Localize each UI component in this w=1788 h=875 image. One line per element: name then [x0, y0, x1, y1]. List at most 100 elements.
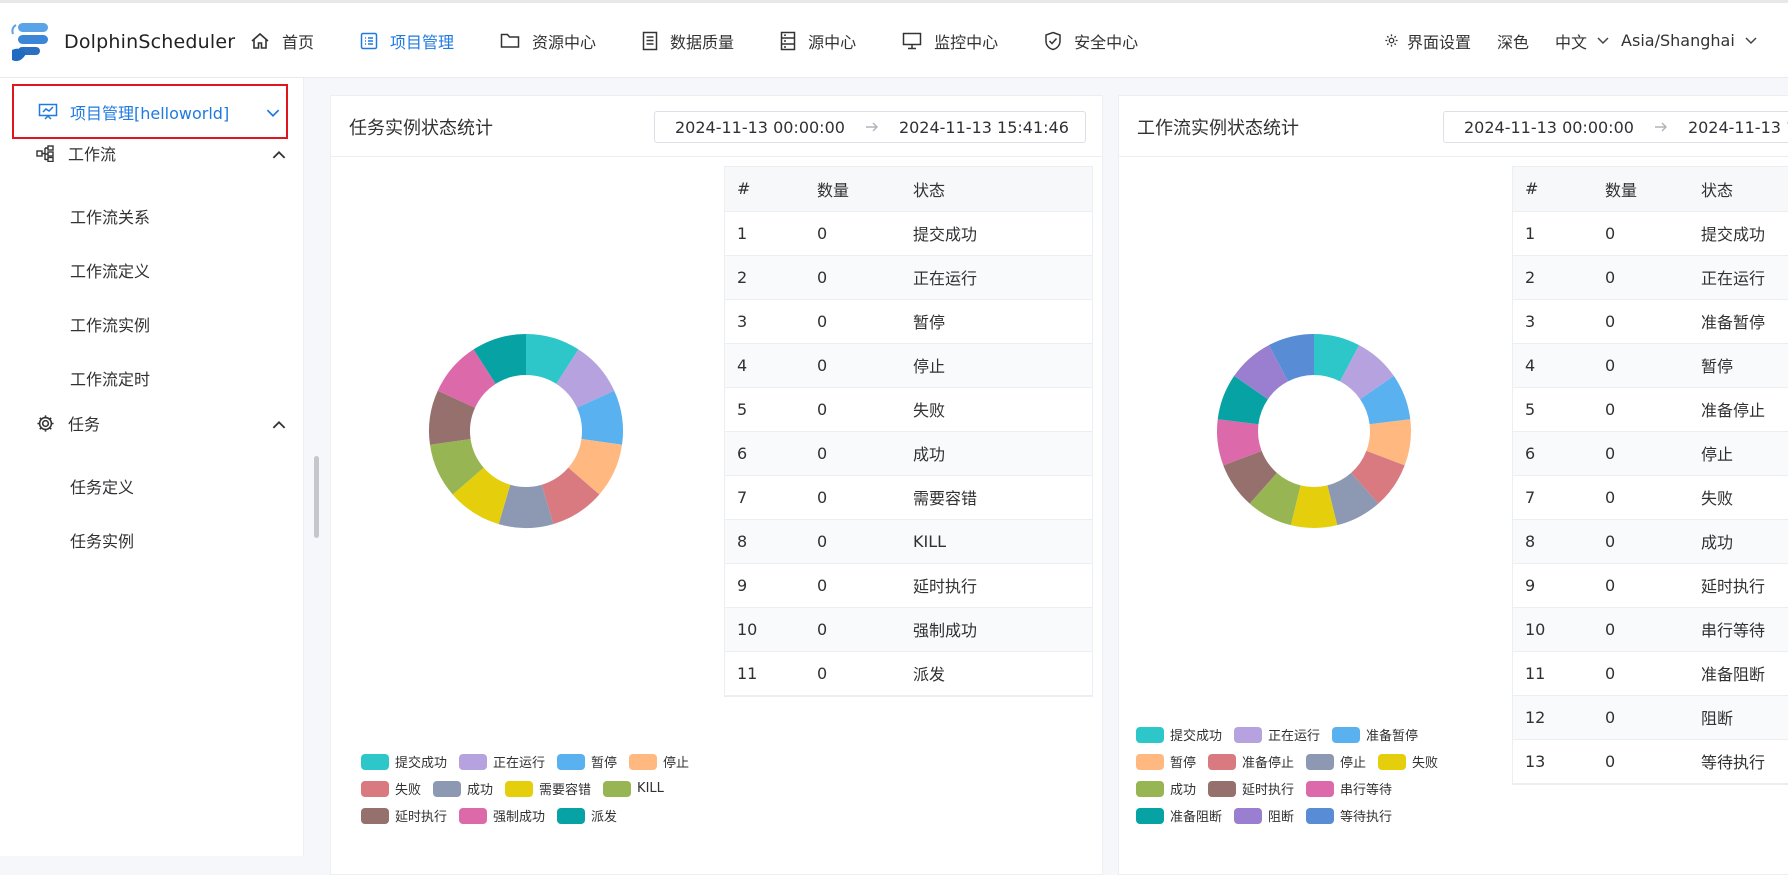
panel-title: 工作流实例状态统计: [1137, 118, 1299, 139]
table-row: 5 0 准备停止: [1513, 387, 1788, 432]
theme-label: 深色: [1497, 32, 1530, 52]
sidebar-group-workflow[interactable]: 工作流: [36, 138, 286, 168]
legend-item[interactable]: 延时执行: [1208, 775, 1294, 802]
table-row: 12 0 阻断: [1513, 695, 1788, 740]
table-row: 1 0 提交成功: [725, 211, 1092, 256]
date-range-picker[interactable]: 2024-11-13 00:00:00 2024-11-13 15:41:46: [1443, 111, 1788, 143]
legend-label: 强制成功: [493, 810, 546, 825]
nav-item-label: 监控中心: [934, 32, 999, 52]
legend-item[interactable]: 强制成功: [459, 802, 545, 829]
table-cell: 停止: [1689, 431, 1788, 476]
legend-item[interactable]: 准备停止: [1208, 748, 1294, 775]
app-logo[interactable]: DolphinScheduler: [10, 20, 235, 64]
task-status-donut-chart: [429, 334, 623, 528]
legend-item[interactable]: 提交成功: [361, 748, 447, 775]
legend-item[interactable]: 暂停: [1136, 748, 1196, 775]
legend-item[interactable]: KILL: [603, 775, 664, 802]
table-cell: 阻断: [1689, 695, 1788, 740]
workflow-chart-legend: 提交成功 正在运行 准备暂停暂停 准备停止 停止 失败成功 延时执行 串行等待准备阻断 阻断 等待…: [1136, 721, 1496, 829]
server-icon: [780, 31, 796, 51]
legend-item[interactable]: 阻断: [1234, 802, 1294, 829]
table-cell: 6: [725, 431, 805, 476]
legend-label: 准备暂停: [1366, 729, 1419, 744]
legend-label: 正在运行: [1268, 729, 1321, 744]
sidebar-scrollbar[interactable]: [314, 456, 319, 538]
nav-item-3[interactable]: 数据质量: [642, 29, 734, 53]
table-row: 7 0 失败: [1513, 475, 1788, 520]
legend-item[interactable]: 停止: [629, 748, 689, 775]
nav-item-label: 首页: [282, 32, 315, 52]
nav-item-label: 数据质量: [670, 32, 735, 52]
table-row: 2 0 正在运行: [1513, 255, 1788, 300]
project-list-icon: [360, 32, 378, 50]
table-cell: 3: [1513, 299, 1593, 344]
legend-item[interactable]: 成功: [1136, 775, 1196, 802]
legend-swatch: [1306, 780, 1335, 797]
panel-title: 任务实例状态统计: [349, 118, 493, 139]
legend-swatch: [1208, 780, 1237, 797]
sidebar-item-workflow-timing[interactable]: 工作流定时: [70, 366, 150, 390]
legend-item[interactable]: 准备暂停: [1332, 721, 1418, 748]
table-header-row: # 数量 状态: [725, 167, 1092, 212]
legend-item[interactable]: 串行等待: [1306, 775, 1392, 802]
nav-item-6[interactable]: 安全中心: [1044, 29, 1138, 53]
sidebar-item-workflow-definition[interactable]: 工作流定义: [70, 258, 150, 282]
legend-label: KILL: [637, 781, 664, 796]
monitor-icon: [902, 32, 922, 50]
chevron-up-icon: [272, 144, 286, 163]
legend-item[interactable]: 失败: [1378, 748, 1438, 775]
table-cell: 0: [1593, 431, 1689, 476]
task-chart-legend: 提交成功 正在运行 暂停 停止失败 成功 需要容错 KILL 延时执行 强制成功 派发: [361, 748, 721, 829]
table-cell: 停止: [901, 343, 1092, 388]
sidebar-item-workflow-instance[interactable]: 工作流实例: [70, 312, 150, 336]
table-cell: 0: [1593, 343, 1689, 388]
nav-item-0[interactable]: 首页: [250, 29, 314, 53]
column-header: 数量: [805, 167, 901, 212]
table-cell: 5: [1513, 387, 1593, 432]
timezone-dropdown[interactable]: Asia/Shanghai: [1621, 31, 1757, 50]
language-dropdown[interactable]: 中文: [1555, 29, 1609, 53]
sidebar-group-label: 任务: [68, 415, 101, 434]
sidebar-item-task-instance[interactable]: 任务实例: [70, 528, 134, 552]
workflow-icon: [36, 144, 55, 162]
project-selector[interactable]: 项目管理[helloworld]: [12, 84, 288, 139]
sidebar-group-task[interactable]: 任务: [36, 408, 286, 438]
nav-item-5[interactable]: 监控中心: [902, 29, 998, 53]
legend-item[interactable]: 准备阻断: [1136, 802, 1222, 829]
nav-item-2[interactable]: 资源中心: [500, 29, 596, 53]
gear-icon: [1384, 33, 1399, 48]
chevron-down-icon: [266, 103, 280, 122]
chevron-up-icon: [272, 414, 286, 433]
table-cell: 0: [805, 387, 901, 432]
date-range-picker[interactable]: 2024-11-13 00:00:00 2024-11-13 15:41:46: [654, 111, 1086, 143]
table-cell: 0: [805, 343, 901, 388]
legend-label: 暂停: [1170, 756, 1197, 771]
legend-item[interactable]: 等待执行: [1306, 802, 1392, 829]
table-cell: 3: [725, 299, 805, 344]
sidebar-item-task-definition[interactable]: 任务定义: [70, 474, 134, 498]
nav-item-4[interactable]: 源中心: [780, 29, 856, 53]
theme-toggle[interactable]: 深色: [1497, 29, 1529, 53]
legend-item[interactable]: 暂停: [557, 748, 617, 775]
table-cell: 0: [1593, 211, 1689, 256]
table-cell: 10: [725, 607, 805, 652]
table-row: 11 0 准备阻断: [1513, 651, 1788, 696]
nav-item-1[interactable]: 项目管理: [360, 29, 454, 53]
legend-item[interactable]: 提交成功: [1136, 721, 1222, 748]
legend-item[interactable]: 正在运行: [459, 748, 545, 775]
nav-item-label: 资源中心: [532, 32, 597, 52]
legend-item[interactable]: 派发: [557, 802, 617, 829]
interface-settings-button[interactable]: 界面设置: [1384, 29, 1471, 53]
legend-item[interactable]: 正在运行: [1234, 721, 1320, 748]
legend-item[interactable]: 停止: [1306, 748, 1366, 775]
sidebar-item-workflow-relation[interactable]: 工作流关系: [70, 204, 150, 228]
legend-item[interactable]: 需要容错: [505, 775, 591, 802]
table-cell: 9: [1513, 563, 1593, 608]
column-header: 数量: [1593, 167, 1689, 212]
main-nav: 首页 项目管理 资源中心 数据质量 源中心 监控中心 安全中心: [250, 3, 1184, 78]
column-header: #: [725, 167, 805, 212]
legend-item[interactable]: 失败: [361, 775, 421, 802]
language-label: 中文: [1555, 32, 1588, 52]
legend-item[interactable]: 成功: [433, 775, 493, 802]
legend-item[interactable]: 延时执行: [361, 802, 447, 829]
